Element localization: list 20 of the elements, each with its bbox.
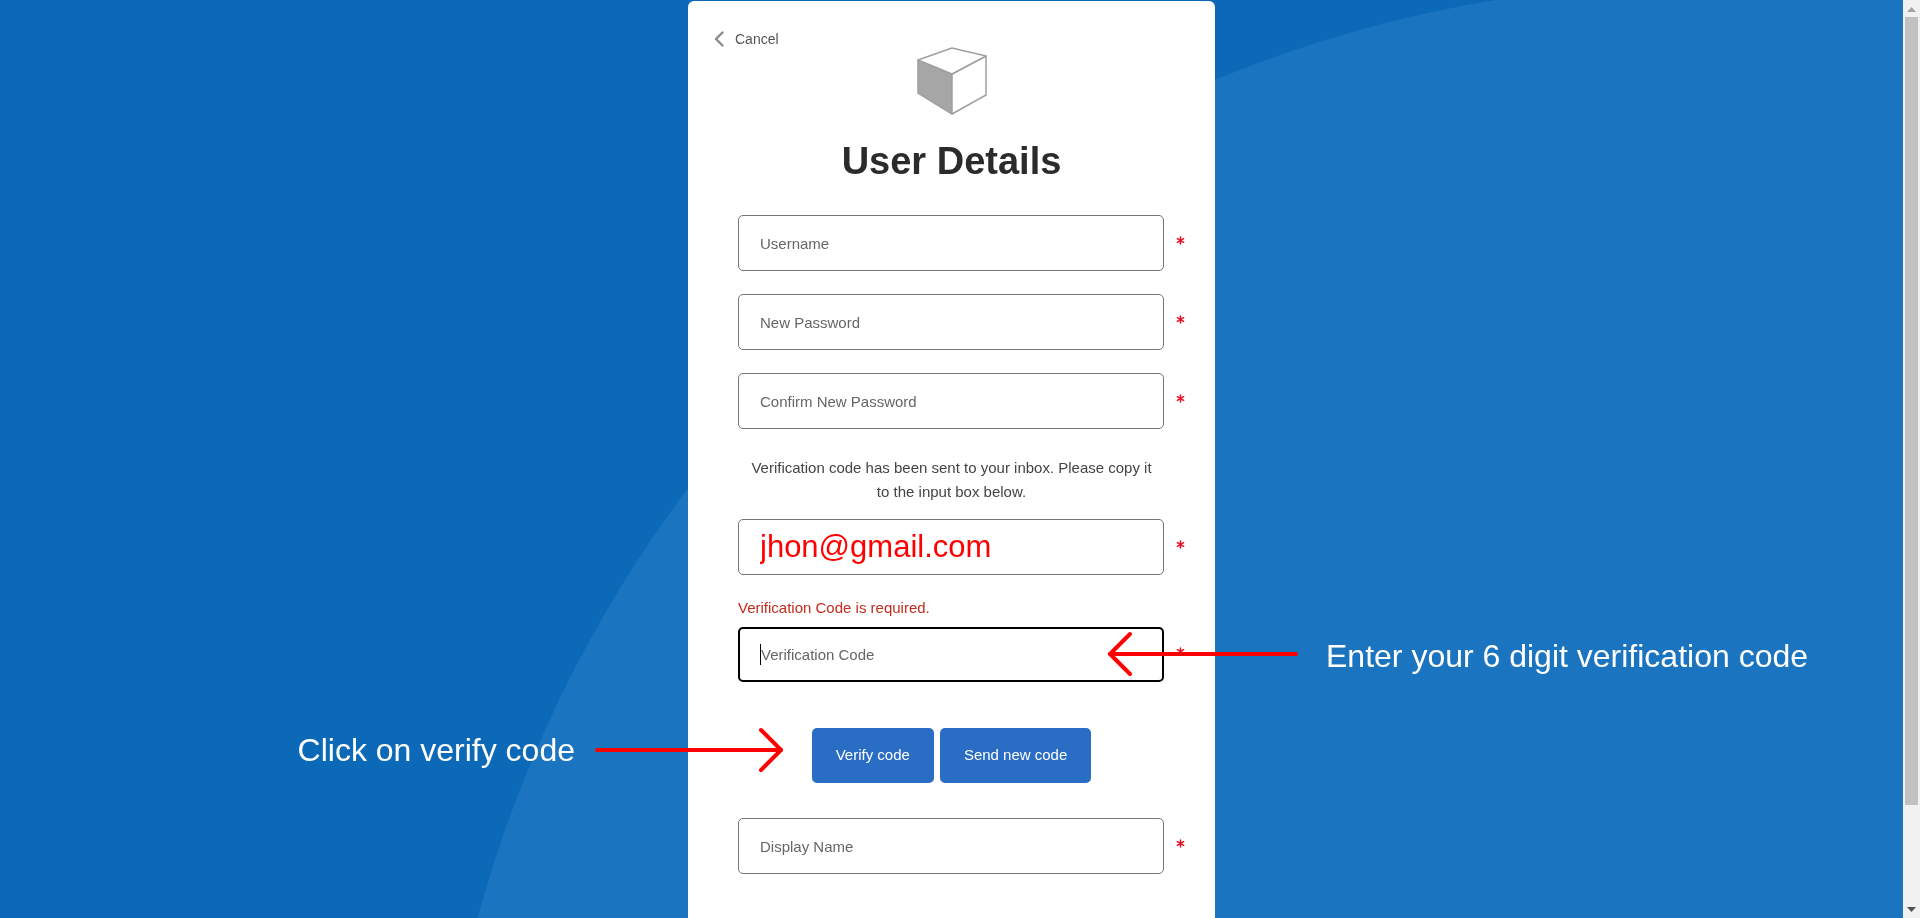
cube-icon bbox=[915, 47, 988, 115]
cancel-link[interactable]: Cancel bbox=[714, 28, 779, 50]
input-field[interactable]: Username bbox=[738, 215, 1164, 271]
input-field[interactable]: Display Name bbox=[738, 818, 1164, 874]
text-cursor bbox=[760, 644, 761, 665]
input-field[interactable]: Verification Code bbox=[738, 627, 1164, 682]
input-field[interactable]: jhon@gmail.com bbox=[738, 519, 1164, 575]
scrollbar-thumb[interactable] bbox=[1905, 17, 1918, 805]
error-message: Verification Code is required. bbox=[738, 598, 930, 618]
input-field[interactable]: New Password bbox=[738, 294, 1164, 350]
scroll-down-icon[interactable] bbox=[1907, 907, 1916, 912]
input-field[interactable]: Confirm New Password bbox=[738, 373, 1164, 429]
scroll-up-icon[interactable] bbox=[1907, 7, 1916, 12]
action-button[interactable]: Verify code bbox=[811, 728, 934, 783]
annotation-text: Click on verify code bbox=[297, 731, 575, 770]
info-text: Verification code has been sent to your inbox. Please copy it to the input box below. bbox=[750, 458, 1153, 502]
page-title: User Details bbox=[841, 139, 1062, 184]
action-button[interactable]: Send new code bbox=[939, 728, 1092, 783]
annotation-text: Enter your 6 digit verification code bbox=[1326, 637, 1809, 676]
chevron-left-icon bbox=[714, 31, 724, 47]
